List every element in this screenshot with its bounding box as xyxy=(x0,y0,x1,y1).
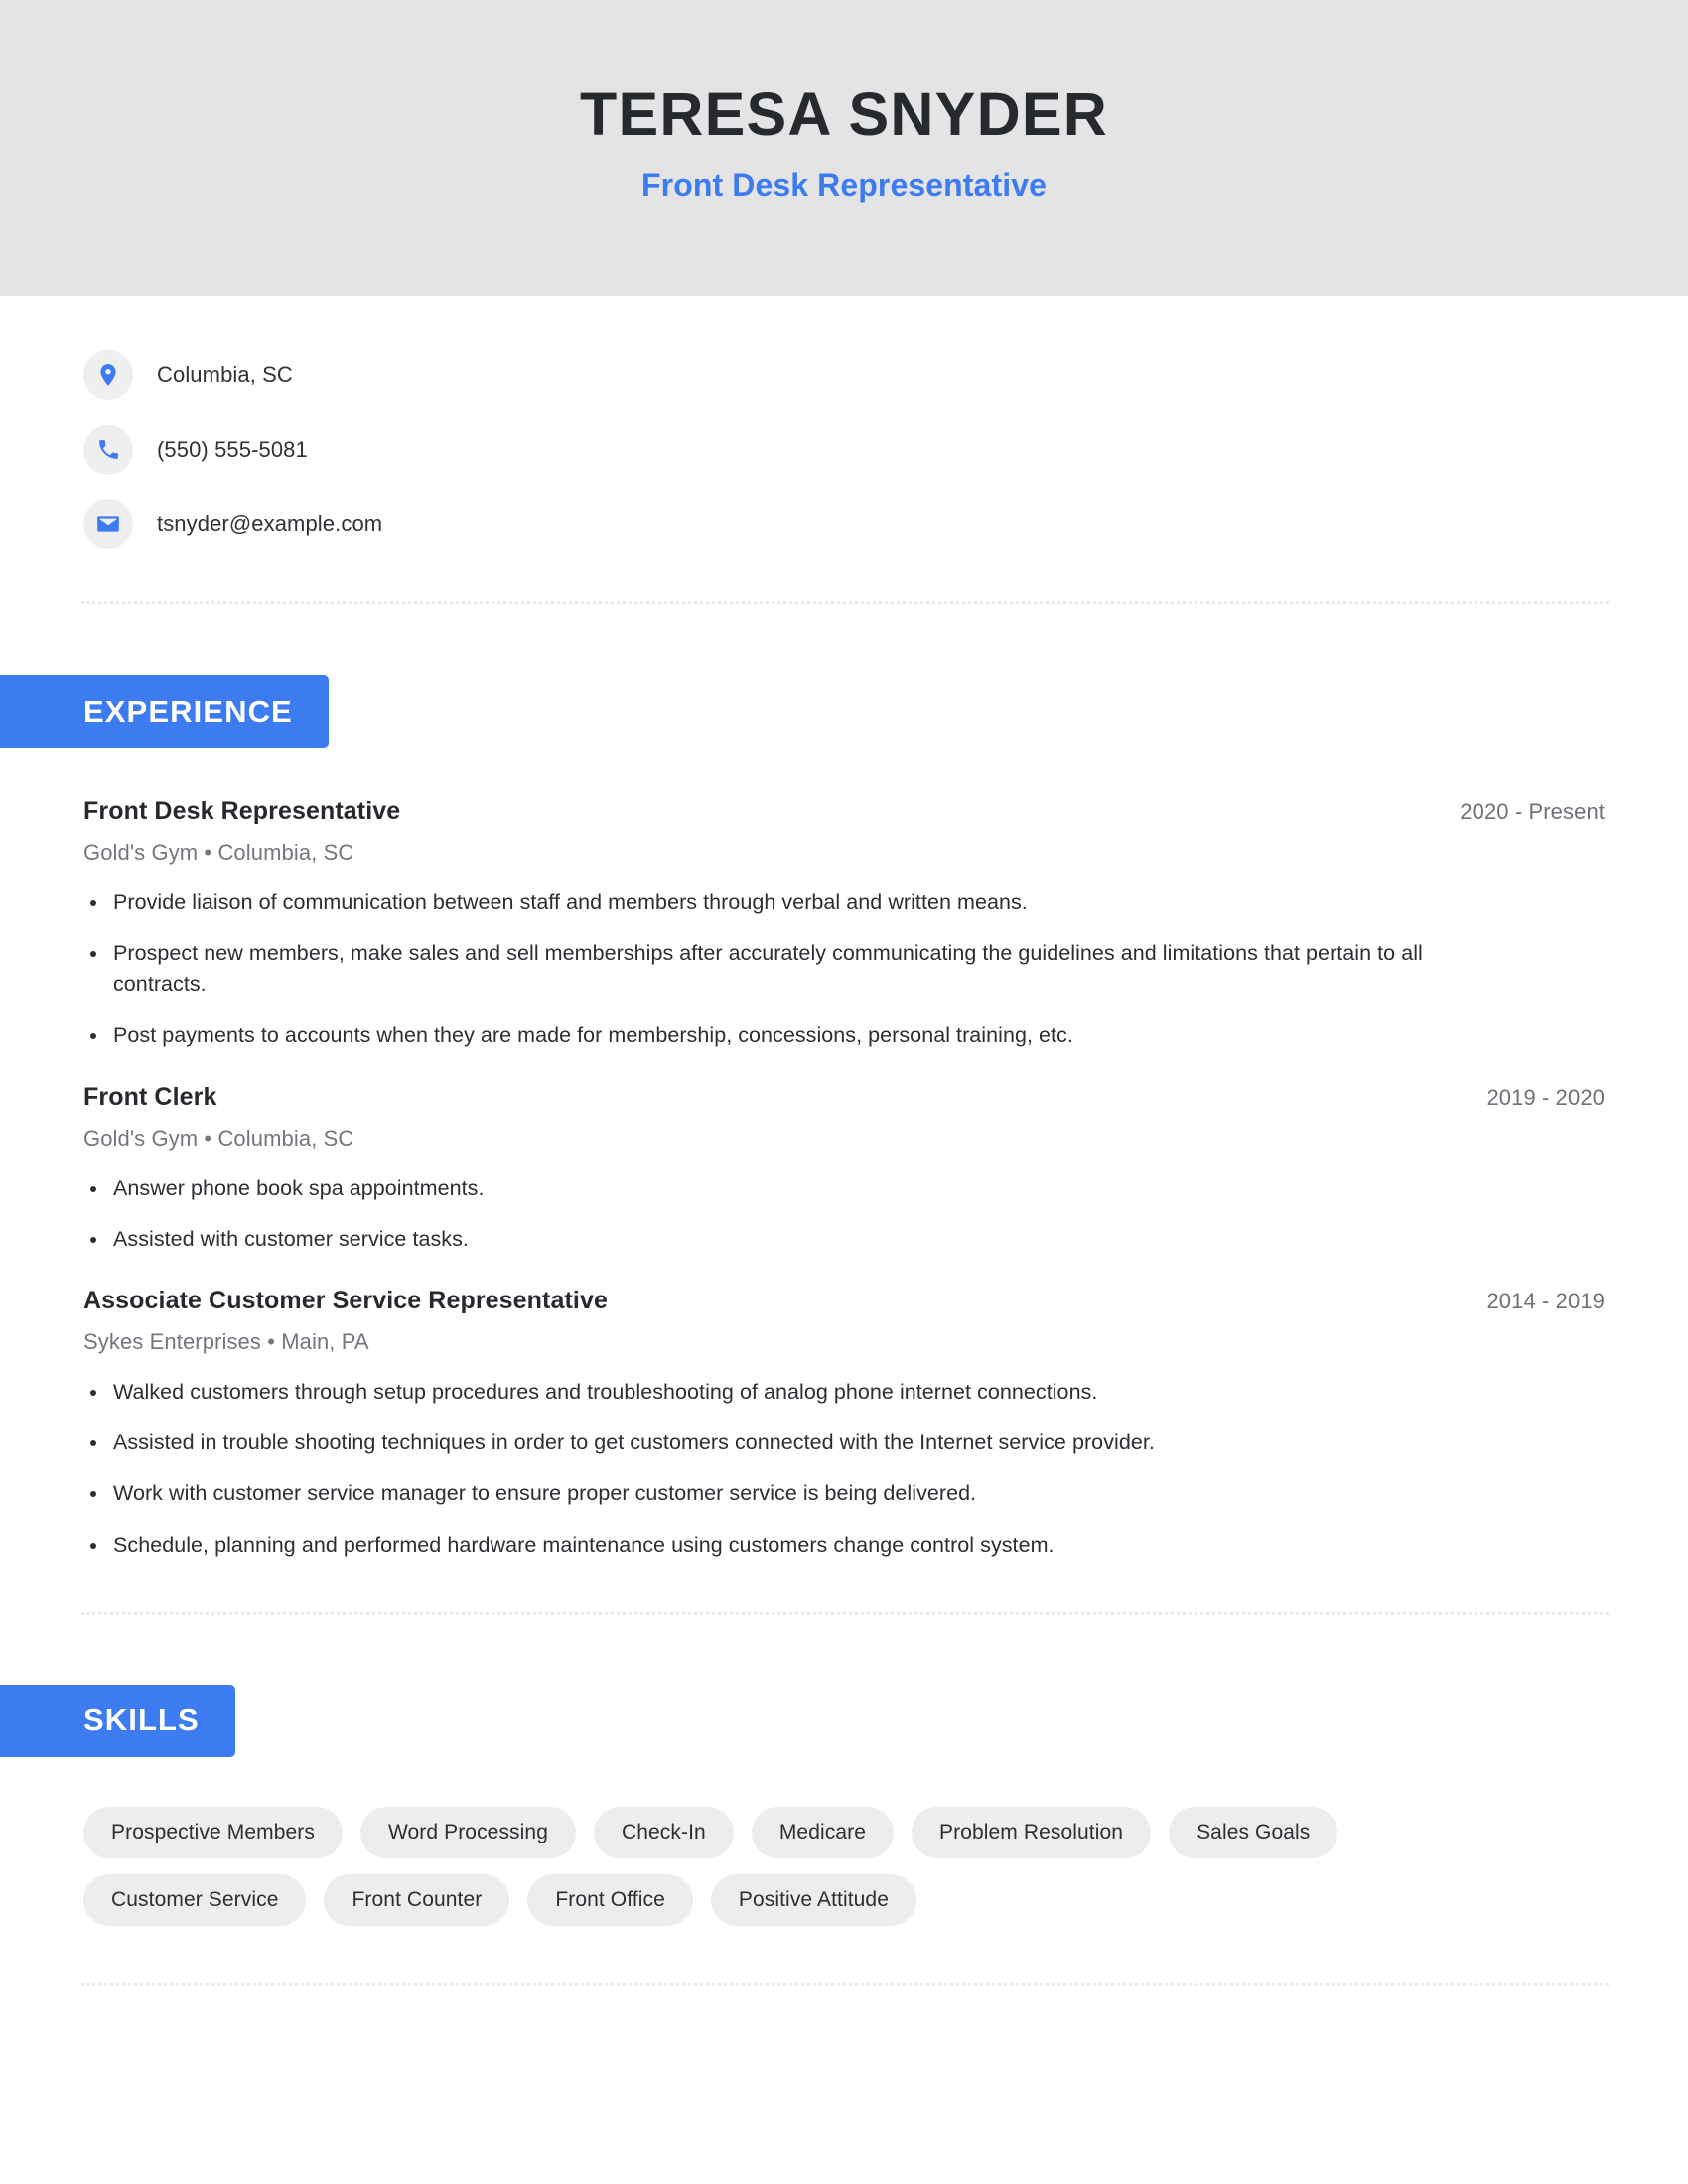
contact-block: Columbia, SC (550) 555-5081 tsnyder@exam… xyxy=(0,296,1688,561)
job-bullet-list: Walked customers through setup procedure… xyxy=(83,1377,1605,1561)
contact-phone-text: (550) 555-5081 xyxy=(157,436,308,462)
contact-row-location: Columbia, SC xyxy=(83,338,1688,412)
job-bullet: Schedule, planning and performed hardwar… xyxy=(83,1530,1444,1561)
job-bullet: Provide liaison of communication between… xyxy=(83,887,1444,918)
skills-list: Prospective Members Word Processing Chec… xyxy=(0,1806,1609,1926)
resume-header: TERESA SNYDER Front Desk Representative xyxy=(0,0,1688,296)
job-headline: Front Desk Representative xyxy=(641,167,1047,204)
job-bullet-list: Provide liaison of communication between… xyxy=(83,887,1605,1051)
section-header-experience: EXPERIENCE xyxy=(0,675,329,748)
skill-pill: Word Processing xyxy=(359,1806,576,1858)
divider-after-experience xyxy=(81,1611,1609,1615)
job-bullet: Assisted in trouble shooting techniques … xyxy=(83,1428,1444,1458)
page-title: TERESA SNYDER xyxy=(580,79,1108,148)
job-title: Front Clerk xyxy=(83,1082,217,1111)
job-bullet: Assisted with customer service tasks. xyxy=(83,1224,1444,1255)
skill-pill: Sales Goals xyxy=(1169,1806,1338,1858)
job-bullet: Post payments to accounts when they are … xyxy=(83,1021,1444,1051)
location-pin-icon xyxy=(83,349,133,400)
skill-pill: Front Counter xyxy=(324,1873,510,1926)
job-dates: 2014 - 2019 xyxy=(1486,1289,1605,1314)
skill-pill: Prospective Members xyxy=(83,1806,343,1858)
skill-pill: Positive Attitude xyxy=(710,1873,916,1926)
section-header-skills: SKILLS xyxy=(0,1684,235,1757)
phone-icon xyxy=(83,424,133,475)
experience-entry: Associate Customer Service Representativ… xyxy=(83,1287,1605,1561)
experience-entry: Front Desk Representative 2020 - Present… xyxy=(83,797,1605,1051)
job-bullet: Work with customer service manager to en… xyxy=(83,1478,1444,1509)
job-title: Front Desk Representative xyxy=(83,797,401,825)
contact-row-phone: (550) 555-5081 xyxy=(83,412,1688,486)
job-bullet: Answer phone book spa appointments. xyxy=(83,1173,1444,1204)
job-company-location: Gold's Gym • Columbia, SC xyxy=(83,1125,354,1151)
job-bullet: Walked customers through setup procedure… xyxy=(83,1377,1444,1408)
skill-pill: Customer Service xyxy=(83,1873,307,1926)
divider-after-skills xyxy=(81,1982,1609,1986)
skills-banner-wrap: SKILLS xyxy=(0,1684,1688,1757)
job-title: Associate Customer Service Representativ… xyxy=(83,1287,608,1315)
experience-banner-wrap: EXPERIENCE xyxy=(0,675,1688,748)
job-dates: 2020 - Present xyxy=(1460,799,1605,824)
skill-pill: Check-In xyxy=(593,1806,734,1858)
experience-entry: Front Clerk 2019 - 2020 Gold's Gym • Col… xyxy=(83,1083,1605,1255)
skill-pill: Front Office xyxy=(527,1873,693,1926)
job-bullet-list: Answer phone book spa appointments. Assi… xyxy=(83,1173,1605,1255)
experience-list: Front Desk Representative 2020 - Present… xyxy=(0,797,1688,1561)
resume-page: TERESA SNYDER Front Desk Representative … xyxy=(0,0,1688,2184)
contact-location-text: Columbia, SC xyxy=(157,361,293,387)
job-company-location: Sykes Enterprises • Main, PA xyxy=(83,1329,369,1355)
experience-entry-header: Front Clerk 2019 - 2020 xyxy=(83,1083,1605,1112)
skill-pill: Medicare xyxy=(751,1806,894,1858)
contact-row-email: tsnyder@example.com xyxy=(83,486,1688,561)
job-dates: 2019 - 2020 xyxy=(1486,1084,1605,1110)
job-company-location: Gold's Gym • Columbia, SC xyxy=(83,840,354,865)
experience-entry-header: Front Desk Representative 2020 - Present xyxy=(83,797,1605,826)
skill-pill: Problem Resolution xyxy=(912,1806,1152,1858)
divider-after-contact xyxy=(81,601,1609,604)
envelope-icon xyxy=(83,498,133,549)
experience-entry-header: Associate Customer Service Representativ… xyxy=(83,1287,1605,1315)
contact-email-text: tsnyder@example.com xyxy=(157,510,383,536)
job-bullet: Prospect new members, make sales and sel… xyxy=(83,938,1444,1000)
